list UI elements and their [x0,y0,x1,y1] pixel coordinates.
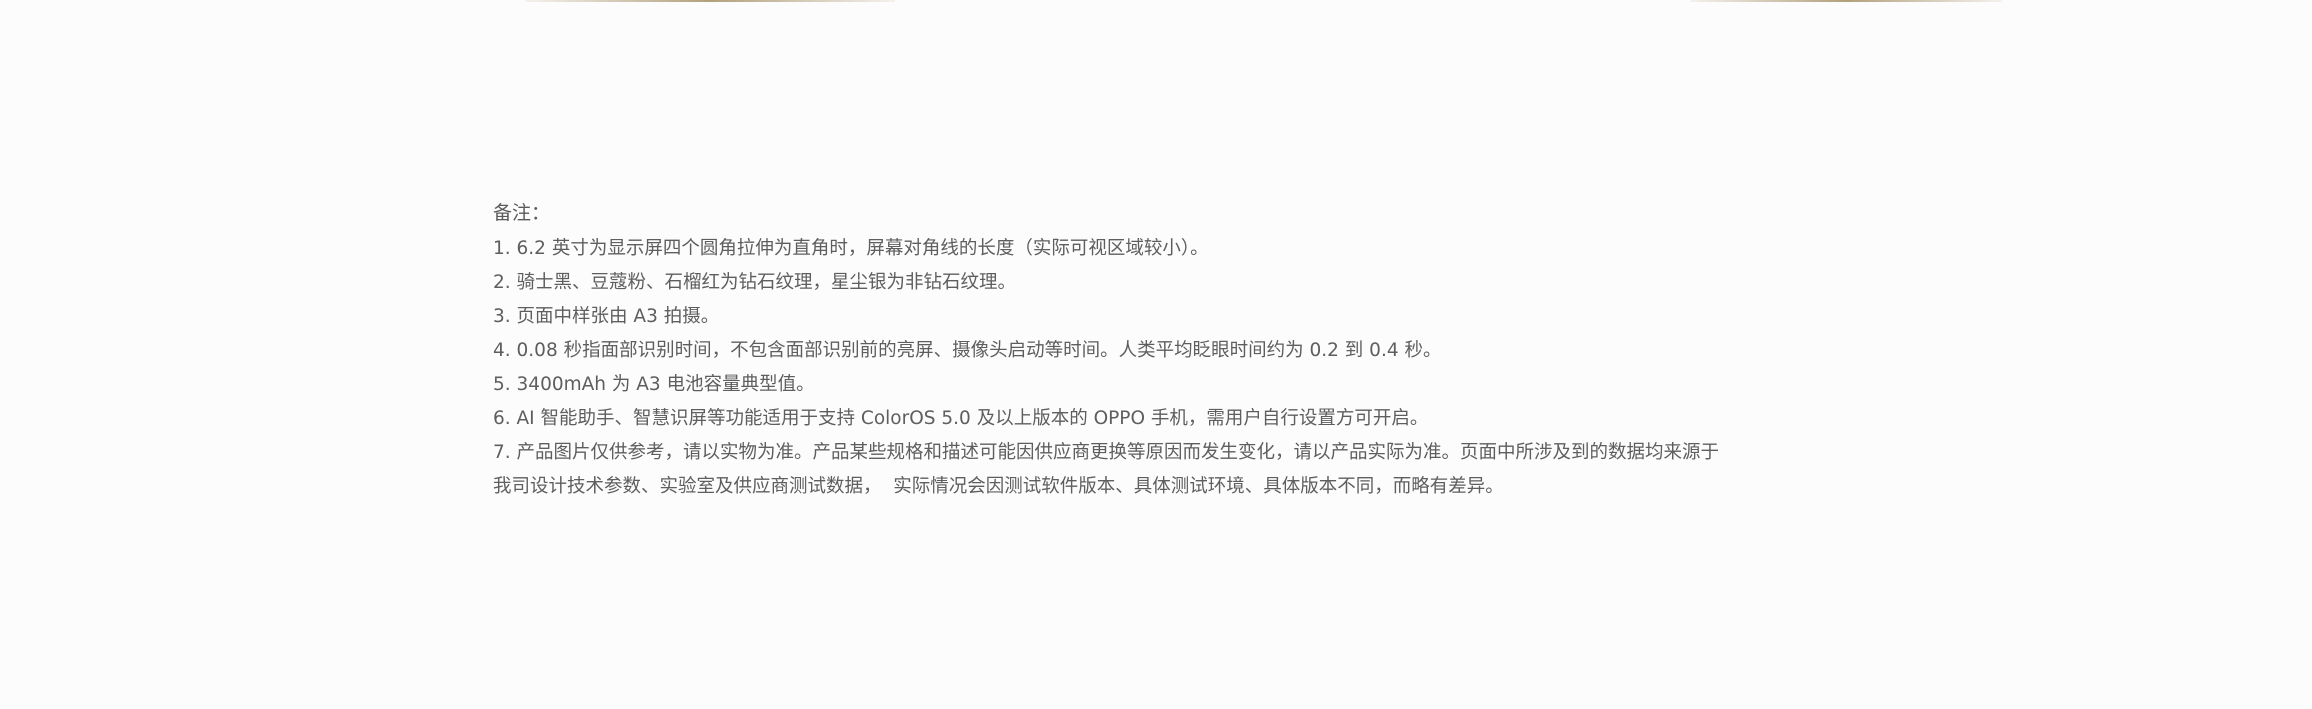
note-item: 7. 产品图片仅供参考，请以实物为准。产品某些规格和描述可能因供应商更换等原因而… [493,442,1720,463]
note-item: 1. 6.2 英寸为显示屏四个圆角拉伸为直角时，屏幕对角线的长度（实际可视区域较… [493,238,1209,259]
notes-list: 1. 6.2 英寸为显示屏四个圆角拉伸为直角时，屏幕对角线的长度（实际可视区域较… [493,232,1893,504]
note-item: 6. AI 智能助手、智慧识屏等功能适用于支持 ColorOS 5.0 及以上版… [493,408,1429,429]
notes-section: 备注： 1. 6.2 英寸为显示屏四个圆角拉伸为直角时，屏幕对角线的长度（实际可… [493,198,1893,504]
note-item: 5. 3400mAh 为 A3 电池容量典型值。 [493,374,815,395]
note-item: 3. 页面中样张由 A3 拍摄。 [493,306,720,327]
note-item: 4. 0.08 秒指面部识别时间，不包含面部识别前的亮屏、摄像头启动等时间。人类… [493,340,1442,361]
note-item: 我司设计技术参数、实验室及供应商测试数据， 实际情况会因测试软件版本、具体测试环… [493,476,1504,497]
top-image-edge-left [525,0,895,2]
notes-title: 备注： [493,202,551,224]
note-item: 2. 骑士黑、豆蔻粉、石榴红为钻石纹理，星尘银为非钻石纹理。 [493,272,1017,293]
top-image-edge-right [1690,0,2002,2]
